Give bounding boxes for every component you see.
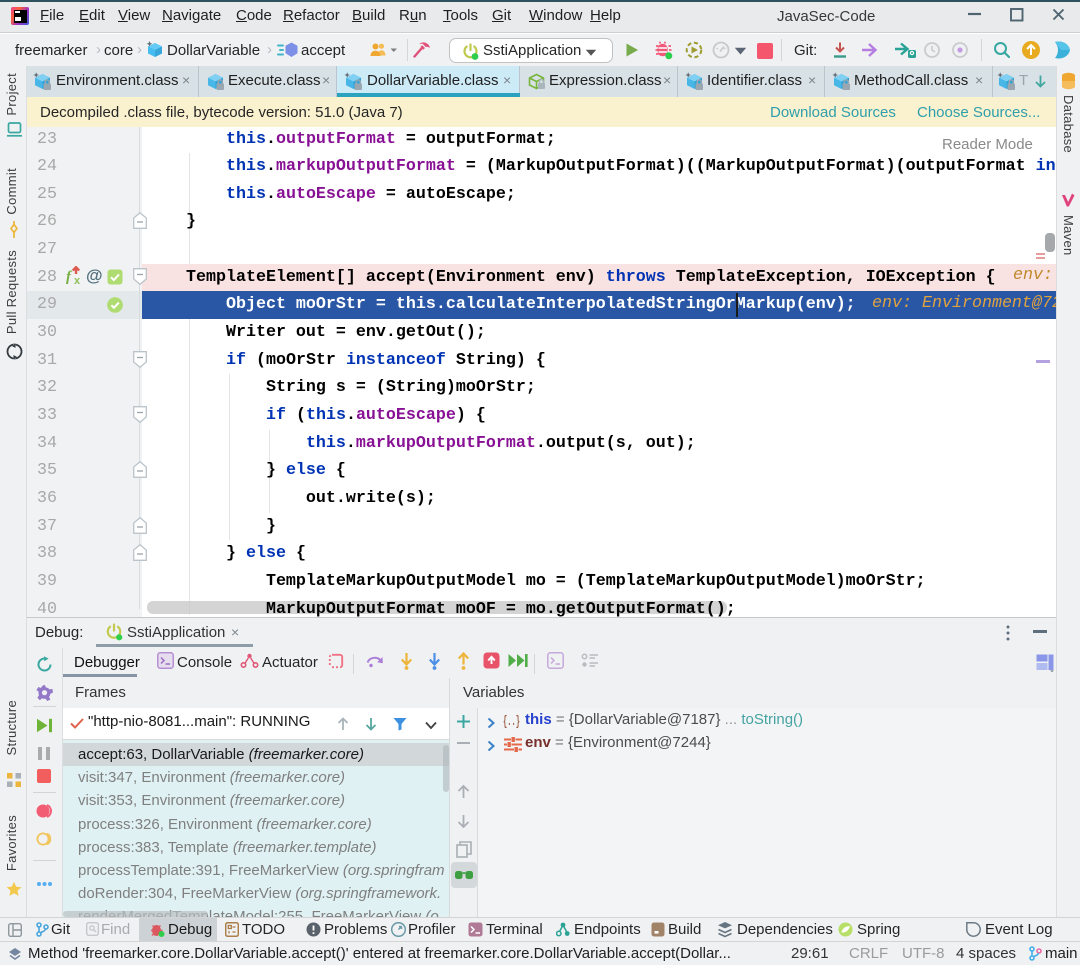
svg-text:{..}: {..} xyxy=(503,714,520,728)
svg-text:f: f xyxy=(66,269,73,285)
svg-text:x: x xyxy=(74,275,81,285)
